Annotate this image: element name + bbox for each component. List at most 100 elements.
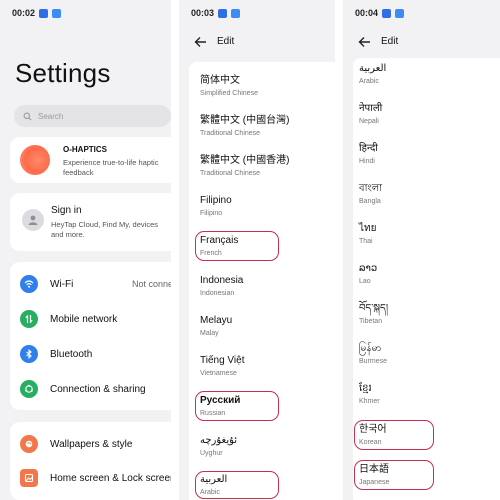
language-item[interactable]: 繁體中文 (中國台灣) Traditional Chinese <box>200 114 289 139</box>
haptics-description: Experience true-to-life haptic feedback <box>63 158 159 177</box>
language-native-name: বাংলা <box>359 183 383 194</box>
status-bar: 00:02 <box>0 0 171 26</box>
notification-icon <box>231 8 241 18</box>
settings-row-wallpapers[interactable]: Wallpapers & style <box>10 431 171 457</box>
settings-row-wifi[interactable]: Wi-Fi Not conne <box>10 271 171 297</box>
language-native-name: ئۇيغۇرچە <box>200 435 238 446</box>
language-native-name: 繁體中文 (中國香港) <box>200 155 290 166</box>
language-native-name: 한국어 <box>359 424 387 435</box>
row-label: Wallpapers & style <box>50 438 133 450</box>
notification-icon <box>395 8 405 18</box>
haptics-icon <box>20 145 50 175</box>
settings-row-home-lock-screen[interactable]: Home screen & Lock screen <box>10 465 171 491</box>
language-native-name: 繁體中文 (中國台灣) <box>200 115 290 126</box>
language-item[interactable]: 한국어 Korean <box>359 423 387 448</box>
language-english-name: Thai <box>359 238 373 245</box>
language-english-name: Japanese <box>359 479 390 486</box>
row-value: Not conne <box>132 279 171 289</box>
top-bar: Edit <box>179 30 335 54</box>
bluetooth-icon <box>20 345 38 363</box>
page-title: Edit <box>381 36 399 47</box>
settings-row-connection-sharing[interactable]: Connection & sharing <box>10 376 171 402</box>
language-native-name: ລາວ <box>359 263 378 274</box>
row-label: Bluetooth <box>50 348 93 360</box>
language-item[interactable]: Melayu Malay <box>200 314 232 339</box>
status-bar: 00:03 <box>179 0 335 26</box>
settings-screen: 00:02 Settings Search O-HAPTICS Experien… <box>0 0 171 500</box>
language-item[interactable]: ខ្មែរ Khmer <box>359 382 380 407</box>
language-item[interactable]: ไทย Thai <box>359 222 376 247</box>
language-native-name: 简体中文 <box>200 75 240 86</box>
language-native-name: Filipino <box>200 195 232 206</box>
language-english-name: Uyghur <box>200 450 223 457</box>
language-item[interactable]: Tiếng Việt Vietnamese <box>200 354 244 379</box>
language-list: 简体中文 Simplified Chinese 繁體中文 (中國台灣) Trad… <box>189 62 335 500</box>
language-item[interactable]: မြန်မာ Burmese <box>359 342 387 367</box>
language-english-name: Hindi <box>359 158 375 165</box>
language-item[interactable]: हिन्दी Hindi <box>359 142 378 167</box>
sign-in-card[interactable]: Sign in HeyTap Cloud, Find My, devices a… <box>10 193 171 251</box>
language-item[interactable]: ລາວ Lao <box>359 262 377 287</box>
search-placeholder: Search <box>38 111 64 121</box>
notification-icon <box>382 8 392 18</box>
mobile-network-icon <box>20 310 38 328</box>
wallpaper-icon <box>20 435 38 453</box>
language-english-name: Vietnamese <box>200 370 237 377</box>
language-item[interactable]: Français French <box>200 234 238 259</box>
language-english-name: Arabic <box>200 489 220 496</box>
language-list: العربية Arabic नेपाली Nepali हिन्दी Hind… <box>353 58 500 500</box>
settings-row-bluetooth[interactable]: Bluetooth <box>10 341 171 367</box>
language-item[interactable]: 简体中文 Simplified Chinese <box>200 74 258 99</box>
notification-icon <box>52 8 62 18</box>
search-input[interactable]: Search <box>14 105 171 127</box>
home-screen-icon <box>20 469 38 487</box>
language-item[interactable]: བོད་སྐད། Tibetan <box>359 302 388 327</box>
sign-in-title: Sign in <box>51 205 82 216</box>
language-english-name: Indonesian <box>200 290 235 297</box>
top-bar: Edit <box>343 30 500 54</box>
divider <box>335 0 343 500</box>
language-native-name: العربية <box>200 474 228 485</box>
language-english-name: Traditional Chinese <box>200 130 261 137</box>
status-time: 00:03 <box>191 8 215 18</box>
notification-icon <box>39 8 49 18</box>
language-item[interactable]: नेपाली Nepali <box>359 102 382 127</box>
language-english-name: Korean <box>359 439 382 446</box>
row-label: Connection & sharing <box>50 383 146 395</box>
language-item[interactable]: Filipino Filipino <box>200 194 232 219</box>
display-group: Wallpapers & style Home screen & Lock sc… <box>10 422 171 500</box>
language-english-name: Arabic <box>359 78 379 85</box>
language-item[interactable]: বাংলা Bangla <box>359 182 382 207</box>
row-label: Wi-Fi <box>50 278 74 290</box>
language-english-name: Nepali <box>359 118 379 125</box>
language-native-name: Français <box>200 235 239 246</box>
language-item[interactable]: ئۇيغۇرچە Uyghur <box>200 434 237 459</box>
status-time: 00:02 <box>12 8 36 18</box>
language-item[interactable]: Русский Russian <box>200 394 240 419</box>
settings-row-mobile-network[interactable]: Mobile network <box>10 306 171 332</box>
page-title: Settings <box>15 58 111 88</box>
language-native-name: ខ្មែរ <box>359 383 372 394</box>
row-label: Mobile network <box>50 313 118 325</box>
language-item[interactable]: Indonesia Indonesian <box>200 274 243 299</box>
language-item[interactable]: العربية Arabic <box>200 473 227 498</box>
language-english-name: Filipino <box>200 210 223 217</box>
notification-icon <box>218 8 228 18</box>
connectivity-group: Wi-Fi Not conne Mobile network Bluetooth… <box>10 262 171 410</box>
back-arrow-icon[interactable] <box>358 36 371 48</box>
status-bar: 00:04 <box>343 0 500 26</box>
language-native-name: हिन्दी <box>359 143 378 154</box>
row-label: Home screen & Lock screen <box>50 472 171 484</box>
language-item[interactable]: العربية Arabic <box>359 62 386 87</box>
haptics-title: O-HAPTICS <box>63 145 107 154</box>
language-item[interactable]: 日本語 Japanese <box>359 463 389 488</box>
language-native-name: ไทย <box>359 223 377 234</box>
o-haptics-card[interactable]: O-HAPTICS Experience true-to-life haptic… <box>10 137 171 183</box>
back-arrow-icon[interactable] <box>194 36 207 48</box>
language-native-name: བོད་སྐད། <box>359 303 389 314</box>
language-english-name: Russian <box>200 410 226 417</box>
language-native-name: မြန်မာ <box>359 343 382 354</box>
language-item[interactable]: 繁體中文 (中國香港) Traditional Chinese <box>200 154 289 179</box>
language-english-name: Khmer <box>359 398 380 405</box>
language-english-name: Bangla <box>359 198 381 205</box>
